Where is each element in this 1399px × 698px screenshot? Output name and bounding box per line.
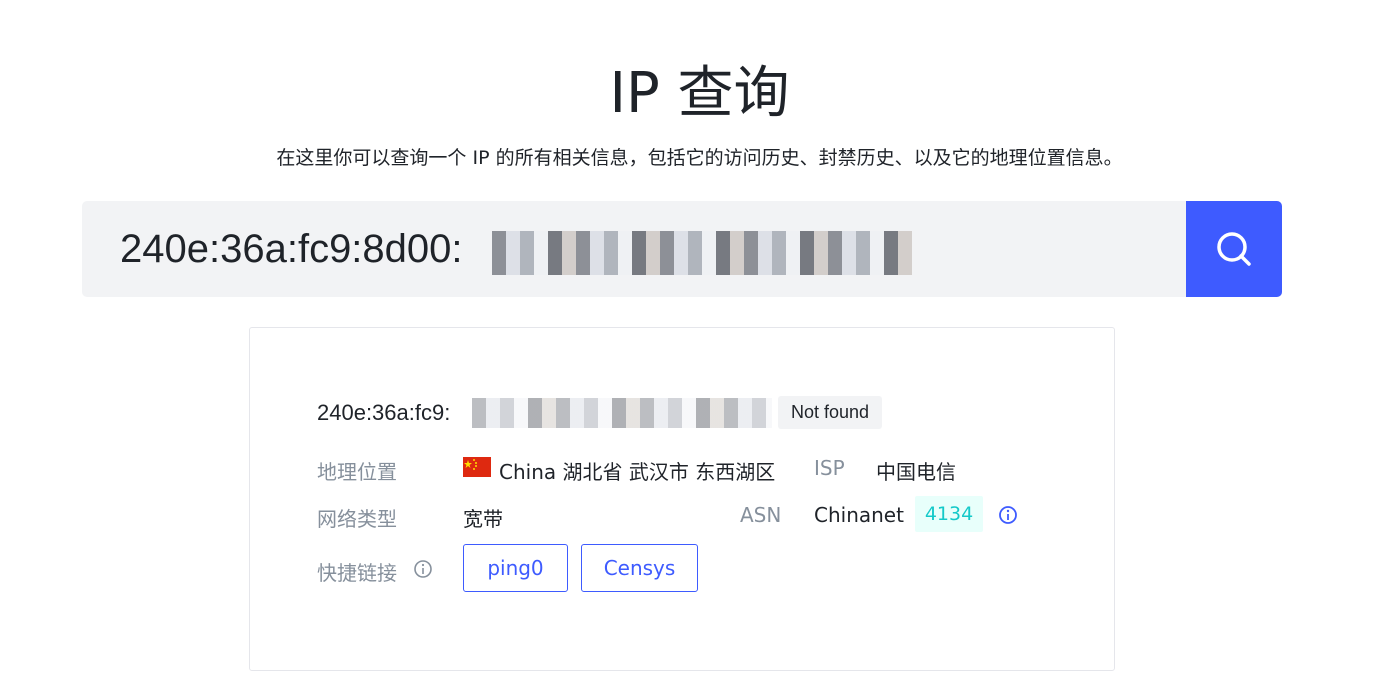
info-icon[interactable] <box>413 559 433 579</box>
status-badge: Not found <box>778 396 883 429</box>
quick-links-label: 快捷链接 <box>317 561 397 585</box>
redacted-ip-mosaic <box>492 231 912 275</box>
search-icon <box>1217 232 1251 266</box>
page-title: IP 查询 <box>609 61 790 126</box>
location-label: 地理位置 <box>317 460 397 484</box>
ping0-link-button[interactable]: ping0 <box>463 544 568 592</box>
asn-info-icon[interactable] <box>998 505 1018 525</box>
result-ip: 240e:36a:fc9: <box>317 400 451 425</box>
asn-label: ASN <box>740 503 782 527</box>
search-button[interactable] <box>1186 201 1282 297</box>
network-type-value: 宽带 <box>463 507 503 531</box>
ip-result-card: 240e:36a:fc9: Not found 地理位置 China 湖北省 武… <box>249 327 1115 671</box>
asn-name: Chinanet <box>814 503 904 527</box>
network-type-label: 网络类型 <box>317 507 397 531</box>
asn-number-badge: 4134 <box>915 496 983 532</box>
censys-link-button[interactable]: Censys <box>581 544 698 592</box>
search-bar <box>82 201 1282 297</box>
isp-label: ISP <box>814 456 845 480</box>
page-subtitle: 在这里你可以查询一个 IP 的所有相关信息，包括它的访问历史、封禁历史、以及它的… <box>276 147 1123 169</box>
redacted-ip-mosaic <box>472 398 772 428</box>
location-value: China 湖北省 武汉市 东西湖区 <box>499 460 776 484</box>
china-flag-icon <box>463 457 491 477</box>
isp-value: 中国电信 <box>876 460 956 484</box>
